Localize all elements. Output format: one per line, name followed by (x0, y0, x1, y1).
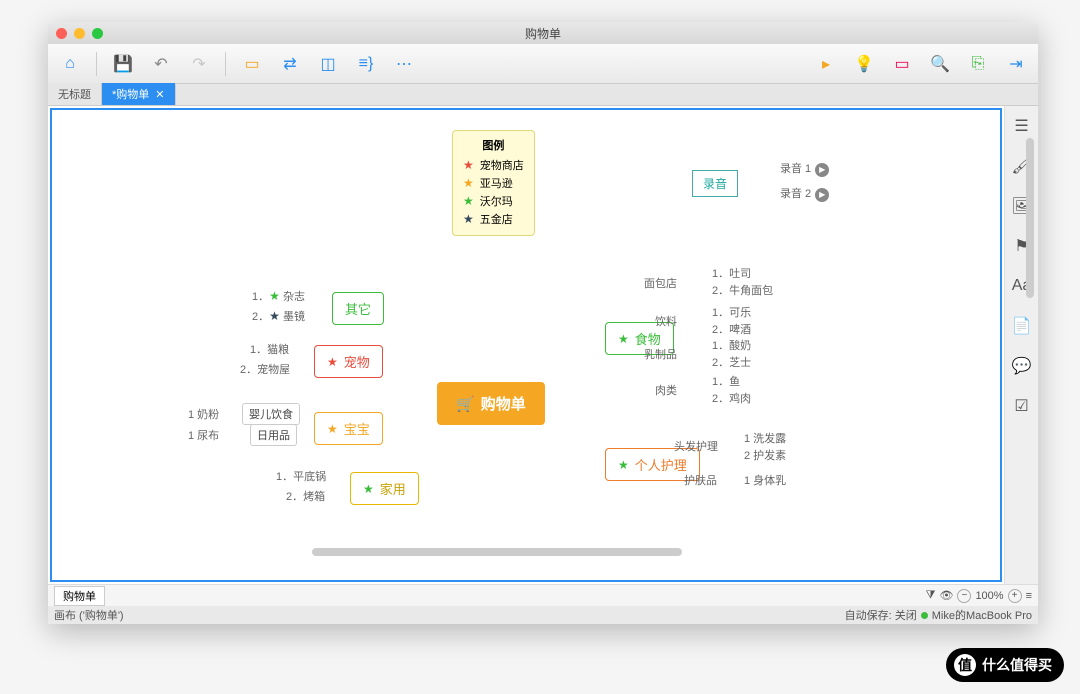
share-button[interactable]: ⎘ (966, 52, 990, 76)
boundary-button[interactable]: ◫ (316, 52, 340, 76)
tab-untitled[interactable]: 无标题 (48, 83, 102, 105)
food-sub-meat[interactable]: 肉类 (655, 382, 677, 398)
app-window: 购物单 ⌂ 💾 ↶ ↷ ▭ ⇄ ◫ ≡} ⋯ ▸ 💡 ▭ 🔍 ⎘ ⇥ 无标题 *… (48, 22, 1038, 624)
zoom-out-button[interactable]: − (957, 589, 971, 603)
theme-button[interactable]: ▭ (890, 52, 914, 76)
play-icon[interactable]: ▶ (815, 188, 829, 202)
zoom-level: 100% (975, 590, 1003, 602)
titlebar: 购物单 (48, 22, 1038, 44)
home-button[interactable]: ⌂ (58, 52, 82, 76)
canvas[interactable]: 图例 ★宠物商店 ★亚马逊 ★沃尔玛 ★五金店 录音 录音 1▶ 录音 2▶ 🛒… (50, 108, 1002, 582)
cart-icon: 🛒 (456, 395, 475, 413)
care-sub-hair[interactable]: 头发护理 (674, 438, 718, 454)
eye-icon[interactable]: 👁 (939, 589, 953, 602)
pet-item-1[interactable]: 1．猫粮 (250, 341, 289, 357)
legend-box[interactable]: 图例 ★宠物商店 ★亚马逊 ★沃尔玛 ★五金店 (452, 130, 535, 236)
center-node[interactable]: 🛒购物单 (437, 382, 545, 425)
other-item-2[interactable]: 2．★ 墨镜 (252, 308, 305, 324)
document-tabs: 无标题 *购物单✕ (48, 84, 1038, 106)
food-sub-drink[interactable]: 饮料 (655, 313, 677, 329)
pet-item-2[interactable]: 2．宠物屋 (240, 361, 290, 377)
more-button[interactable]: ⋯ (392, 52, 416, 76)
node-pet[interactable]: ★宠物 (314, 345, 383, 378)
recording-root[interactable]: 录音 (692, 170, 738, 197)
baby-sub-1[interactable]: 婴儿饮食 (242, 403, 300, 425)
home-item-2[interactable]: 2．烤箱 (286, 488, 325, 504)
status-bar: 画布 ('购物单') 自动保存: 关闭 Mike的MacBook Pro (48, 606, 1038, 624)
undo-button[interactable]: ↶ (149, 52, 173, 76)
status-dot-icon (921, 612, 928, 619)
zoom-in-button[interactable]: + (1008, 589, 1022, 603)
save-button[interactable]: 💾 (111, 52, 135, 76)
tab-shopping[interactable]: *购物单✕ (102, 83, 176, 105)
recording-2[interactable]: 录音 2▶ (780, 185, 829, 202)
connection-lines (52, 110, 352, 260)
watermark: 值 什么值得买 (946, 648, 1064, 682)
play-icon[interactable]: ▶ (815, 163, 829, 177)
window-title: 购物单 (48, 25, 1038, 42)
redo-button[interactable]: ↷ (187, 52, 211, 76)
canvas-label: 画布 ('购物单') (54, 607, 124, 623)
node-baby[interactable]: ★宝宝 (314, 412, 383, 445)
care-sub-skin[interactable]: 护肤品 (684, 472, 717, 488)
vertical-scrollbar[interactable] (1026, 108, 1036, 544)
legend-header: 图例 (463, 137, 524, 153)
horizontal-scrollbar[interactable] (312, 548, 682, 556)
filter-icon[interactable]: ⧩ (926, 589, 936, 602)
recording-1[interactable]: 录音 1▶ (780, 160, 829, 177)
relationship-button[interactable]: ⇄ (278, 52, 302, 76)
baby-sub-2[interactable]: 日用品 (250, 424, 297, 446)
baby-leaf-1[interactable]: 1 奶粉 (188, 406, 219, 422)
baby-leaf-2[interactable]: 1 尿布 (188, 427, 219, 443)
home-item-1[interactable]: 1．平底锅 (276, 468, 326, 484)
bottom-bar: 购物单 ⧩ 👁 − 100% + ≡ (48, 584, 1038, 606)
workspace: 图例 ★宠物商店 ★亚马逊 ★沃尔玛 ★五金店 录音 录音 1▶ 录音 2▶ 🛒… (48, 106, 1038, 584)
autosave-status: 自动保存: 关闭 (845, 607, 917, 623)
food-sub-bread[interactable]: 面包店 (644, 275, 677, 291)
present-button[interactable]: ▸ (814, 52, 838, 76)
sheet-tab[interactable]: 购物单 (54, 586, 105, 606)
toolbar: ⌂ 💾 ↶ ↷ ▭ ⇄ ◫ ≡} ⋯ ▸ 💡 ▭ 🔍 ⎘ ⇥ (48, 44, 1038, 84)
device-name: Mike的MacBook Pro (932, 607, 1032, 623)
other-item-1[interactable]: 1．★ 杂志 (252, 288, 305, 304)
node-other[interactable]: 其它 (332, 292, 384, 325)
topic-button[interactable]: ▭ (240, 52, 264, 76)
summary-button[interactable]: ≡} (354, 52, 378, 76)
search-button[interactable]: 🔍 (928, 52, 952, 76)
idea-button[interactable]: 💡 (852, 52, 876, 76)
export-button[interactable]: ⇥ (1004, 52, 1028, 76)
watermark-icon: 值 (954, 654, 976, 676)
node-home[interactable]: ★家用 (350, 472, 419, 505)
food-sub-dairy[interactable]: 乳制品 (644, 346, 677, 362)
close-tab-icon[interactable]: ✕ (155, 89, 164, 101)
zoom-controls: ⧩ 👁 − 100% + ≡ (926, 589, 1032, 603)
fit-button[interactable]: ≡ (1026, 590, 1032, 602)
